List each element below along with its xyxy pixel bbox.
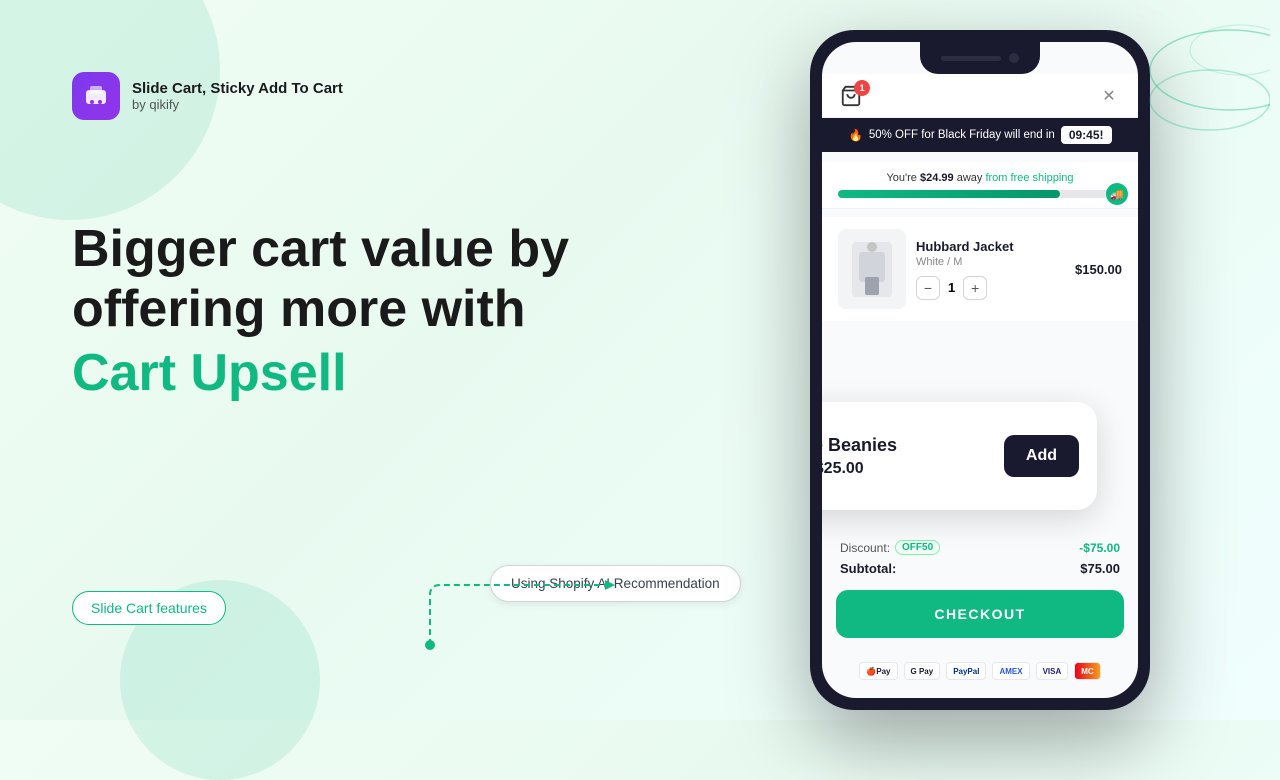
phone-notch	[920, 42, 1040, 74]
logo-icon	[72, 72, 120, 120]
upsell-add-button[interactable]: Add	[1004, 435, 1079, 477]
upsell-info: Goose Beanies $34.00 $25.00	[822, 435, 988, 478]
checkout-button[interactable]: CHECKOUT	[836, 590, 1124, 638]
cart-item: Hubbard Jacket White / M − 1 + $150.00	[822, 217, 1138, 321]
hero-section: Bigger cart value by offering more with …	[72, 220, 692, 403]
away-amount: $24.99	[920, 172, 954, 184]
cart-badge: 1	[854, 80, 870, 96]
paypal-icon: PayPal	[946, 662, 986, 680]
google-pay-icon: G Pay	[904, 662, 941, 680]
apple-pay-icon: 🍎Pay	[859, 662, 897, 680]
subtotal-value: $75.00	[1080, 561, 1120, 576]
item-price: $150.00	[1075, 262, 1122, 277]
progress-track: 🚚	[838, 190, 1122, 198]
visa-icon: VISA	[1036, 662, 1069, 680]
item-name: Hubbard Jacket	[916, 239, 1065, 254]
logo-subtitle: by qikify	[132, 97, 343, 112]
free-shipping-text: from free shipping	[985, 172, 1073, 184]
cart-icon-wrap: 1	[840, 85, 862, 107]
promo-emoji: 🔥	[849, 128, 863, 142]
discount-row: Discount: OFF50 -$75.00	[840, 540, 1120, 555]
discount-tag: OFF50	[895, 540, 940, 555]
progress-fill	[838, 190, 1060, 198]
truck-icon: 🚚	[1106, 183, 1128, 205]
upsell-card: ‹ 🧤 Goose Beanies $34.00 $25.00 Add ›	[822, 402, 1097, 510]
qty-increase[interactable]: +	[963, 276, 987, 300]
hero-line1: Bigger cart value by offering more with	[72, 220, 692, 340]
logo-area: Slide Cart, Sticky Add To Cart by qikify	[72, 72, 343, 120]
item-variant: White / M	[916, 256, 1065, 268]
item-details: Hubbard Jacket White / M − 1 +	[916, 239, 1065, 300]
amex-icon: AMEX	[992, 662, 1029, 680]
feature-badge[interactable]: Slide Cart features	[72, 591, 226, 625]
discount-value: -$75.00	[1079, 541, 1120, 555]
connector-line	[420, 565, 620, 670]
item-image	[838, 229, 906, 309]
subtotal-label: Subtotal:	[840, 561, 896, 576]
cart-totals: Discount: OFF50 -$75.00 Subtotal: $75.00	[822, 530, 1138, 582]
upsell-name: Goose Beanies	[822, 435, 988, 456]
notch-speaker	[941, 56, 1001, 61]
discount-label: Discount: OFF50	[840, 540, 940, 555]
mastercard-icon: MC	[1074, 662, 1100, 680]
qty-controls: − 1 +	[916, 276, 1065, 300]
promo-text: 50% OFF for Black Friday will end in	[869, 129, 1055, 141]
qty-decrease[interactable]: −	[916, 276, 940, 300]
upsell-prices: $34.00 $25.00	[822, 460, 988, 478]
payment-icons: 🍎Pay G Pay PayPal AMEX VISA MC	[822, 662, 1138, 680]
upsell-new-price: $25.00	[822, 460, 864, 478]
close-button[interactable]: ✕	[1098, 85, 1120, 107]
hero-accent: Cart Upsell	[72, 344, 692, 404]
subtotal-row: Subtotal: $75.00	[840, 561, 1120, 576]
logo-text: Slide Cart, Sticky Add To Cart by qikify	[132, 80, 343, 112]
qty-number: 1	[948, 280, 955, 295]
notch-camera	[1009, 53, 1019, 63]
cart-header: 1 ✕	[822, 74, 1138, 118]
logo-title: Slide Cart, Sticky Add To Cart	[132, 80, 343, 97]
